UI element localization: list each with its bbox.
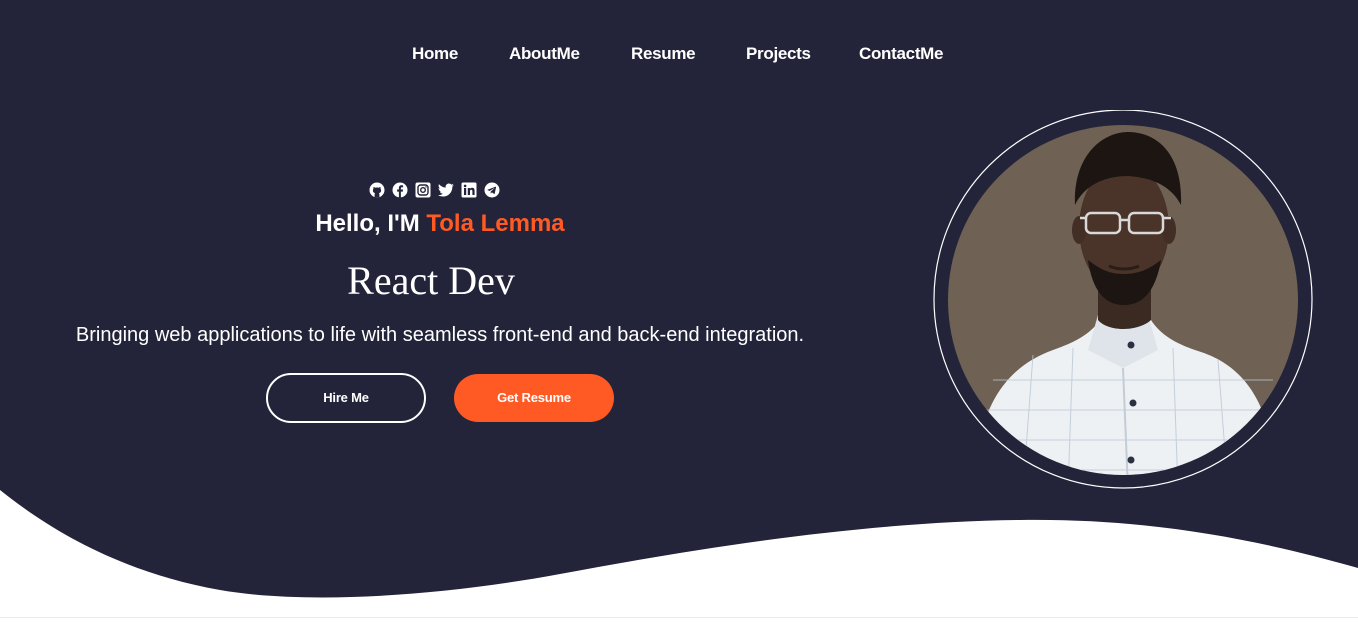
hero-name: Tola Lemma <box>426 210 565 237</box>
section-divider <box>0 617 1358 618</box>
profile-photo <box>933 110 1313 489</box>
facebook-icon[interactable] <box>392 182 408 198</box>
github-icon[interactable] <box>369 182 385 198</box>
get-resume-button[interactable]: Get Resume <box>454 374 614 422</box>
hero-role: React Dev <box>347 258 515 303</box>
linkedin-icon[interactable] <box>461 182 477 198</box>
greeting-prefix: Hello, I'M <box>315 210 420 237</box>
instagram-icon[interactable] <box>415 182 431 198</box>
twitter-icon[interactable] <box>438 182 454 198</box>
hire-me-button[interactable]: Hire Me <box>266 373 426 423</box>
nav-aboutme[interactable]: AboutMe <box>509 40 580 68</box>
nav-contactme[interactable]: ContactMe <box>859 40 944 68</box>
main-nav: Home AboutMe Resume Projects ContactMe <box>0 40 1358 68</box>
hero-tagline: Bringing web applications to life with s… <box>75 324 805 346</box>
social-links <box>369 182 500 199</box>
hero-greeting: Hello, I'M Tola Lemma <box>0 208 880 240</box>
page: Home AboutMe Resume Projects ContactMe H… <box>0 0 1358 632</box>
nav-projects[interactable]: Projects <box>746 40 811 68</box>
telegram-icon[interactable] <box>484 182 500 198</box>
nav-home[interactable]: Home <box>412 40 458 68</box>
nav-resume[interactable]: Resume <box>631 40 696 68</box>
